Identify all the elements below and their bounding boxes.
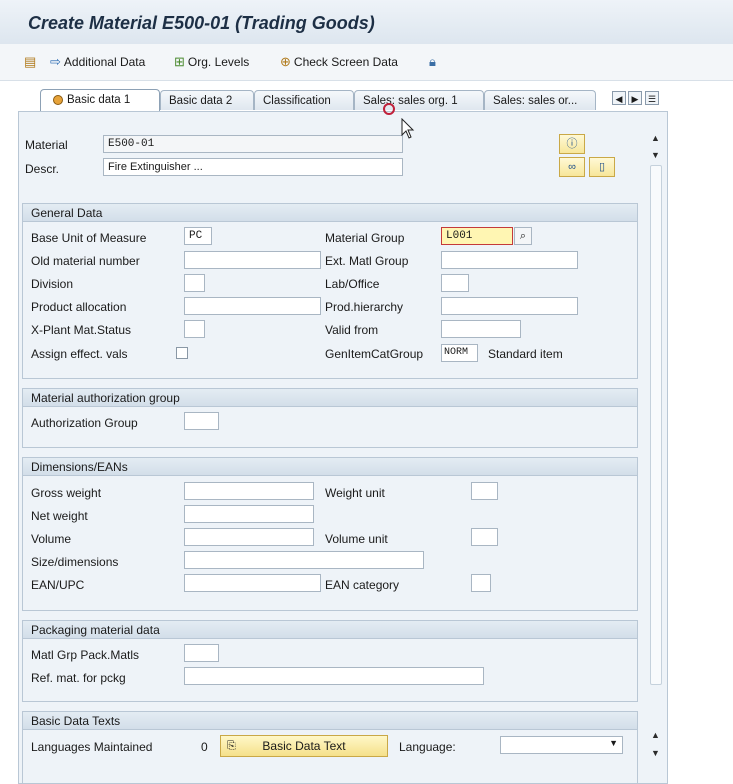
gen-item-cat-group-field[interactable]: NORM [441, 344, 478, 362]
lock-button[interactable]: 🔒︎ [429, 53, 436, 71]
size-dimensions-label: Size/dimensions [31, 555, 119, 569]
org-levels-button[interactable]: ⊞ Org. Levels [174, 53, 249, 71]
valid-from-label: Valid from [325, 323, 379, 337]
tab-scroll-right-button[interactable]: ▶ [628, 91, 642, 105]
info-icon[interactable]: ⓘ [559, 134, 585, 154]
glasses-icon[interactable]: ∞ [559, 157, 585, 177]
scroll-down-icon[interactable]: ▼ [651, 748, 660, 758]
check-data-icon: ⊕ [280, 54, 291, 69]
tab-list-button[interactable]: ☰ [645, 91, 659, 105]
lab-office-field[interactable] [441, 274, 469, 292]
tab-basic-data-2[interactable]: Basic data 2 [160, 90, 254, 110]
languages-maintained-count: 0 [201, 740, 208, 754]
gross-weight-field[interactable] [184, 482, 314, 500]
window-title: Create Material E500-01 (Trading Goods) [28, 13, 375, 33]
weight-unit-label: Weight unit [325, 486, 385, 500]
arrow-right-icon: ⇨ [50, 54, 61, 69]
product-allocation-field[interactable] [184, 297, 321, 315]
document-icon[interactable]: ▯ [589, 157, 615, 177]
auth-group-header: Material authorization group [23, 389, 637, 407]
material-label: Material [25, 138, 68, 152]
assign-effect-vals-label: Assign effect. vals [31, 347, 128, 361]
volume-unit-field[interactable] [471, 528, 498, 546]
scroll-up-icon[interactable]: ▲ [651, 133, 660, 143]
ean-category-label: EAN category [325, 578, 400, 592]
tab-sales-org-2[interactable]: Sales: sales or... [484, 90, 596, 110]
material-group-label: Material Group [325, 231, 405, 245]
lock-icon: 🔒︎ [429, 54, 436, 69]
vertical-scrollbar[interactable] [650, 165, 662, 685]
additional-data-button[interactable]: ⇨ Additional Data [50, 53, 145, 71]
net-weight-label: Net weight [31, 509, 88, 523]
search-help-icon[interactable]: ⌕ [514, 227, 532, 245]
division-field[interactable] [184, 274, 205, 292]
old-material-number-label: Old material number [31, 254, 140, 268]
prod-hierarchy-label: Prod.hierarchy [325, 300, 404, 314]
basic-data-text-button[interactable]: ⎘ Basic Data Text [220, 735, 388, 757]
click-indicator-icon [383, 103, 395, 115]
languages-maintained-label: Languages Maintained [31, 740, 153, 754]
scroll-down-page-icon[interactable]: ▲ [651, 730, 660, 740]
xplant-status-field[interactable] [184, 320, 205, 338]
basic-data-texts-header: Basic Data Texts [23, 712, 637, 730]
material-field[interactable]: E500-01 [103, 135, 403, 153]
org-hierarchy-icon: ⊞ [174, 54, 185, 69]
material-group-field[interactable]: L001 [441, 227, 513, 245]
volume-unit-label: Volume unit [325, 532, 388, 546]
packaging-header: Packaging material data [23, 621, 637, 639]
ean-upc-label: EAN/UPC [31, 578, 85, 592]
assign-effect-vals-checkbox[interactable] [176, 347, 188, 359]
scroll-up-page-icon[interactable]: ▼ [651, 150, 660, 160]
descr-label: Descr. [25, 162, 60, 176]
volume-field[interactable] [184, 528, 314, 546]
ean-category-field[interactable] [471, 574, 491, 592]
matl-grp-pack-field[interactable] [184, 644, 219, 662]
check-screen-data-button[interactable]: ⊕ Check Screen Data [280, 53, 398, 71]
ref-mat-pckg-field[interactable] [184, 667, 484, 685]
valid-from-field[interactable] [441, 320, 521, 338]
size-dimensions-field[interactable] [184, 551, 424, 569]
authorization-group-field[interactable] [184, 412, 219, 430]
active-tab-icon [53, 95, 63, 105]
language-dropdown[interactable]: ▼ [500, 736, 623, 754]
volume-label: Volume [31, 532, 72, 546]
ref-mat-pckg-label: Ref. mat. for pckg [31, 671, 126, 685]
tab-sales-org-1[interactable]: Sales: sales org. 1 [354, 90, 484, 110]
base-uom-field[interactable]: PC [184, 227, 212, 245]
matl-grp-pack-label: Matl Grp Pack.Matls [31, 648, 140, 662]
chevron-down-icon: ▼ [609, 738, 618, 748]
dimensions-header: Dimensions/EANs [23, 458, 637, 476]
other-material-icon[interactable]: ▤ [24, 53, 36, 71]
weight-unit-field[interactable] [471, 482, 498, 500]
text-editor-icon: ⎘ [227, 740, 236, 752]
product-allocation-label: Product allocation [31, 300, 127, 314]
lab-office-label: Lab/Office [325, 277, 380, 291]
ext-matl-group-field[interactable] [441, 251, 578, 269]
prod-hierarchy-field[interactable] [441, 297, 578, 315]
ext-matl-group-label: Ext. Matl Group [325, 254, 409, 268]
old-material-number-field[interactable] [184, 251, 321, 269]
tab-scroll-left-button[interactable]: ◀ [612, 91, 626, 105]
net-weight-field[interactable] [184, 505, 314, 523]
gen-item-cat-description: Standard item [488, 347, 563, 361]
ean-upc-field[interactable] [184, 574, 321, 592]
authorization-group-label: Authorization Group [31, 416, 138, 430]
xplant-status-label: X-Plant Mat.Status [31, 323, 132, 337]
general-data-header: General Data [23, 204, 637, 222]
gross-weight-label: Gross weight [31, 486, 102, 500]
base-uom-label: Base Unit of Measure [31, 231, 147, 245]
gen-item-cat-group-label: GenItemCatGroup [325, 347, 424, 361]
division-label: Division [31, 277, 74, 291]
tab-classification[interactable]: Classification [254, 90, 354, 110]
mouse-cursor-icon [401, 118, 415, 139]
language-label: Language: [399, 740, 456, 754]
description-field[interactable]: Fire Extinguisher ... [103, 158, 403, 176]
